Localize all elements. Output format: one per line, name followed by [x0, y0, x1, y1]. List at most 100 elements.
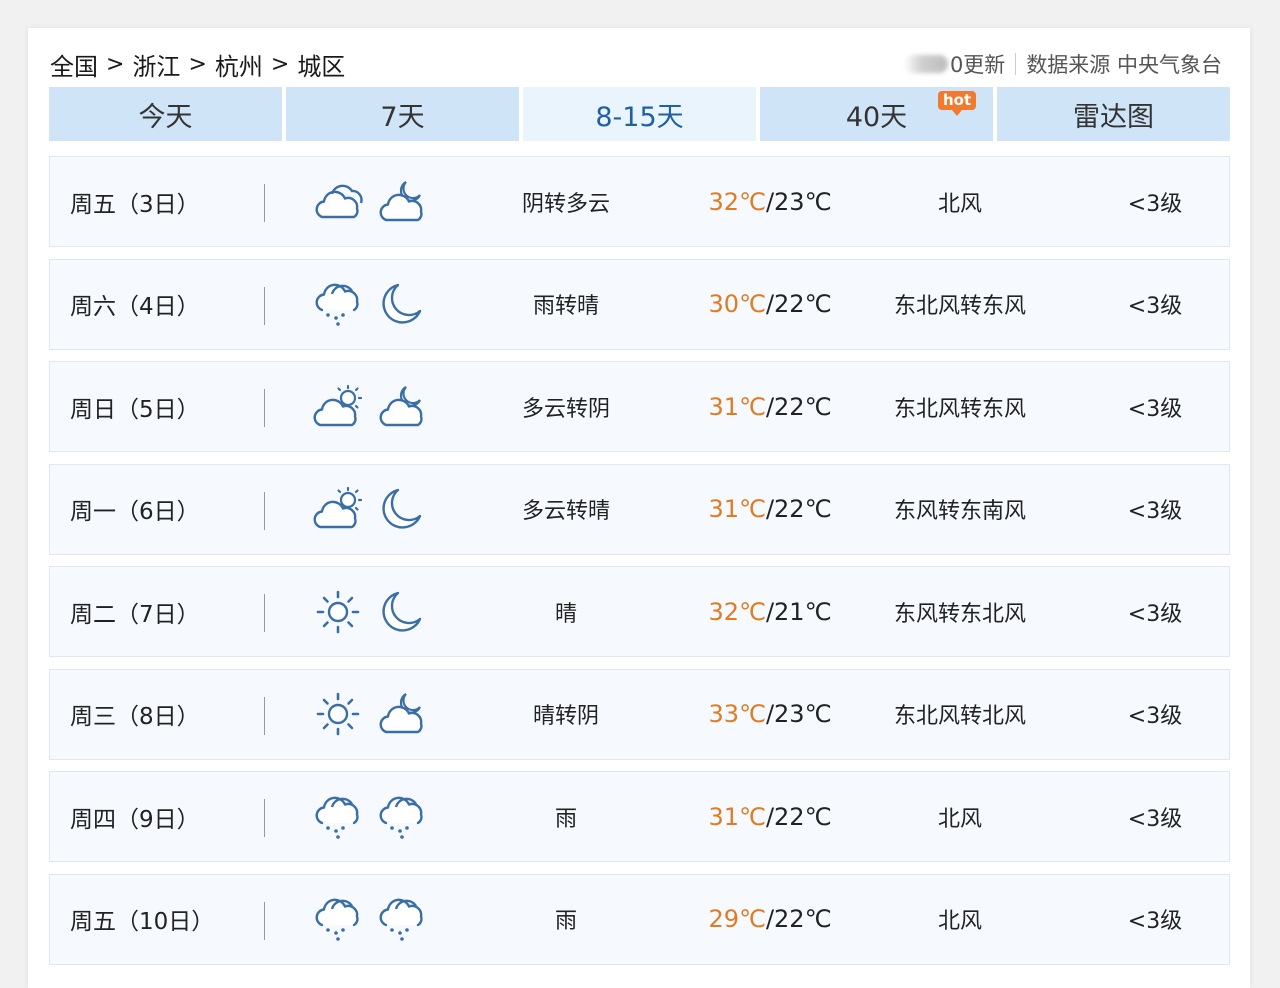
- forecast-list: 周五（3日） 阴转多云 32℃/23℃ 北风 <3级 周六（4日） 雨转晴 30…: [49, 156, 1230, 976]
- rain-icon: [312, 772, 364, 861]
- tab-radar[interactable]: 雷达图: [997, 87, 1230, 141]
- divider: [264, 594, 265, 632]
- moon-icon: [376, 567, 428, 656]
- weather-description: 多云转晴: [521, 499, 610, 524]
- forecast-day: 周日（5日）: [70, 396, 200, 423]
- sun-icon: [312, 670, 364, 759]
- rain-icon: [312, 875, 364, 964]
- high-temperature: 30℃: [708, 290, 766, 318]
- sun-icon: [312, 567, 364, 656]
- forecast-row: 周五（3日） 阴转多云 32℃/23℃ 北风 <3级: [49, 156, 1230, 247]
- weather-description: 雨: [554, 806, 577, 832]
- temperature-range: 30℃/22℃: [670, 260, 870, 349]
- wind-level: <3级: [1127, 704, 1183, 729]
- high-temperature: 31℃: [708, 392, 766, 421]
- tab-8-15-days[interactable]: 8-15天: [523, 87, 756, 141]
- divider: [264, 184, 265, 222]
- tab-40-days[interactable]: 40天 hot: [760, 87, 993, 141]
- divider: [264, 286, 265, 325]
- high-temperature: 33℃: [708, 700, 766, 728]
- breadcrumb-separator: >: [270, 51, 290, 77]
- forecast-day: 周六（4日）: [70, 294, 200, 320]
- temperature-range: 31℃/22℃: [670, 362, 870, 451]
- moon-icon: [376, 260, 428, 349]
- tab-today[interactable]: 今天: [49, 87, 282, 141]
- breadcrumb-item-city[interactable]: 杭州: [215, 47, 263, 82]
- tab-label: 8-15天: [595, 101, 684, 133]
- wind-direction: 北风: [937, 191, 982, 217]
- tab-7-days[interactable]: 7天: [286, 87, 519, 141]
- breadcrumb-item-country[interactable]: 全国: [50, 47, 98, 82]
- top-bar: 全国 > 浙江 > 杭州 > 城区 0更新 数据来源 中央气象台: [50, 46, 1222, 82]
- wind-level: <3级: [1127, 294, 1183, 319]
- blurred-timestamp: [903, 55, 948, 73]
- weather-description: 阴转多云: [521, 191, 610, 217]
- low-temperature: /22℃: [765, 392, 832, 421]
- temperature-range: 29℃/22℃: [670, 875, 870, 964]
- weather-description: 雨转晴: [532, 294, 599, 319]
- divider: [264, 389, 265, 427]
- divider: [264, 696, 265, 735]
- breadcrumb-separator: >: [106, 51, 125, 77]
- forecast-row: 周日（5日） 多云转阴 31℃/22℃ 东北风转东风 <3级: [49, 361, 1230, 452]
- cloudy-icon: [312, 157, 364, 246]
- wind-direction: 东北风转东风: [893, 396, 1026, 422]
- wind-level: <3级: [1127, 396, 1183, 422]
- temperature-range: 31℃/22℃: [670, 465, 870, 554]
- low-temperature: /22℃: [765, 802, 832, 831]
- weather-description: 晴转阴: [532, 704, 599, 729]
- weather-description: 雨: [554, 909, 577, 934]
- partly-cloudy-night-icon: [376, 670, 428, 759]
- forecast-day: 周一（6日）: [70, 499, 200, 525]
- wind-direction: 东风转东南风: [893, 499, 1026, 524]
- forecast-row: 周四（9日） 雨 31℃/22℃ 北风 <3级: [49, 771, 1230, 862]
- tab-label: 7天: [380, 101, 425, 133]
- wind-level: <3级: [1127, 191, 1183, 217]
- breadcrumb-item-province[interactable]: 浙江: [132, 47, 180, 82]
- wind-direction: 东北风转东风: [893, 294, 1026, 319]
- wind-level: <3级: [1127, 806, 1183, 832]
- high-temperature: 29℃: [708, 905, 766, 933]
- divider: [1015, 53, 1017, 75]
- wind-direction: 东风转东北风: [893, 601, 1026, 627]
- tab-label: 今天: [138, 101, 193, 133]
- temperature-range: 33℃/23℃: [670, 670, 870, 759]
- divider: [264, 491, 265, 530]
- partly-cloudy-day-icon: [312, 362, 364, 451]
- data-source: 数据来源 中央气象台: [1026, 53, 1222, 77]
- high-temperature: 32℃: [708, 597, 766, 626]
- forecast-row: 周二（7日） 晴 32℃/21℃ 东风转东北风 <3级: [49, 566, 1230, 657]
- low-temperature: /21℃: [765, 597, 832, 626]
- low-temperature: /22℃: [765, 290, 832, 318]
- weather-description: 多云转阴: [521, 396, 610, 422]
- temperature-range: 32℃/21℃: [670, 567, 870, 656]
- divider: [264, 901, 265, 940]
- partly-cloudy-day-icon: [312, 465, 364, 554]
- divider: [264, 799, 265, 837]
- forecast-day: 周二（7日）: [70, 601, 200, 628]
- forecast-row: 周三（8日） 晴转阴 33℃/23℃ 东北风转北风 <3级: [49, 668, 1230, 760]
- partly-cloudy-night-icon: [376, 157, 428, 246]
- temperature-range: 31℃/22℃: [670, 772, 870, 861]
- wind-direction: 北风: [937, 806, 982, 832]
- wind-level: <3级: [1127, 601, 1183, 627]
- rain-icon: [312, 260, 364, 349]
- tab-label: 雷达图: [1073, 101, 1154, 133]
- breadcrumb-item-district: 城区: [297, 52, 346, 81]
- low-temperature: /22℃: [765, 495, 832, 523]
- rain-icon: [376, 772, 428, 861]
- low-temperature: /22℃: [765, 905, 832, 933]
- temperature-range: 32℃/23℃: [670, 157, 870, 246]
- tab-label: 40天: [845, 101, 908, 133]
- forecast-row: 周一（6日） 多云转晴 31℃/22℃ 东风转东南风 <3级: [49, 463, 1230, 555]
- forecast-day: 周四（9日）: [70, 806, 200, 833]
- forecast-day: 周五（3日）: [70, 191, 200, 218]
- breadcrumb-separator: >: [188, 51, 207, 77]
- high-temperature: 31℃: [708, 495, 766, 523]
- breadcrumb: 全国 > 浙江 > 杭州 > 城区: [50, 47, 345, 82]
- hot-badge: hot: [938, 91, 977, 116]
- forecast-row: 周五（10日） 雨 29℃/22℃ 北风 <3级: [49, 873, 1230, 965]
- low-temperature: /23℃: [765, 187, 832, 216]
- wind-direction: 北风: [937, 909, 982, 934]
- wind-direction: 东北风转北风: [893, 704, 1026, 729]
